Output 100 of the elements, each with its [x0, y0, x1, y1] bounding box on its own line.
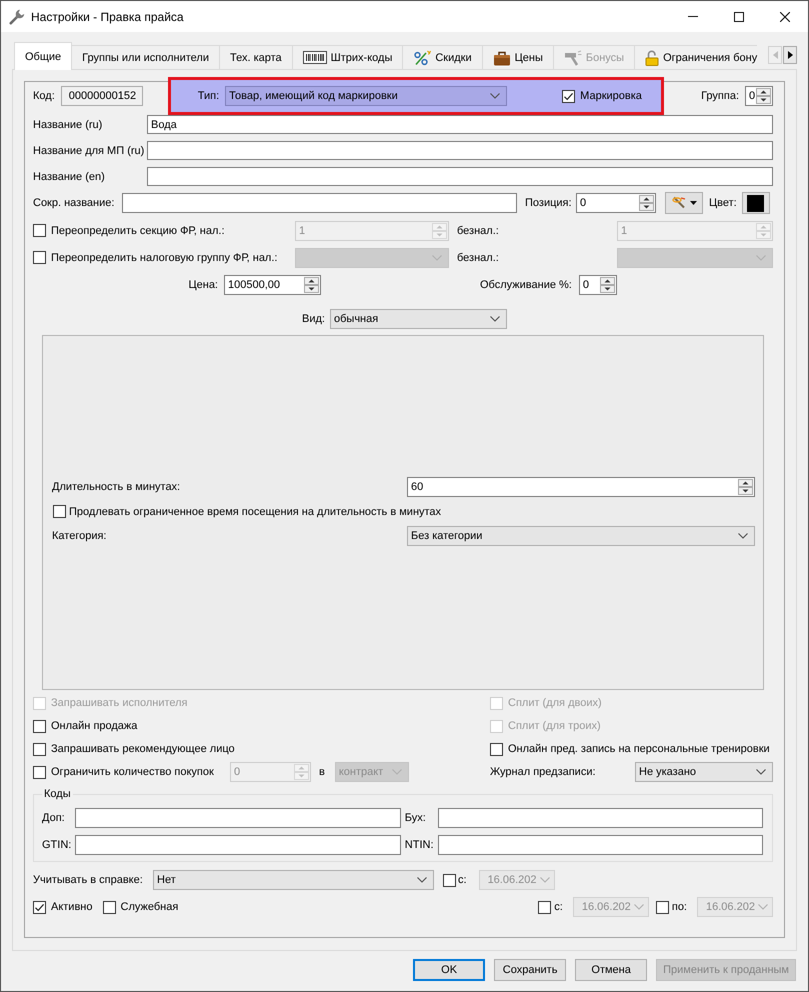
- period-label: по:: [672, 901, 687, 913]
- checkbox[interactable]: [33, 900, 46, 914]
- name-label: Название для МП (ru): [33, 144, 146, 156]
- checkbox[interactable]: [656, 900, 669, 914]
- booking-journal-dropdown[interactable]: Не указано: [635, 762, 773, 782]
- chevron-down-icon[interactable]: [417, 877, 427, 883]
- service-spinbox[interactable]: 0: [578, 274, 617, 294]
- percent-icon: [413, 50, 432, 66]
- option-label: Сплит (для троих): [508, 720, 601, 732]
- color-label: Цвет:: [709, 197, 737, 209]
- report-dropdown[interactable]: Нет: [153, 870, 434, 890]
- chevron-down-icon[interactable]: [490, 93, 500, 99]
- chevron-down-icon[interactable]: [756, 769, 766, 775]
- spin-arrows-icon[interactable]: [639, 195, 654, 211]
- price-label: Цена:: [187, 278, 218, 290]
- color-button[interactable]: [742, 192, 770, 214]
- input-field[interactable]: [122, 193, 517, 213]
- wand-icon: [672, 196, 688, 210]
- cashless-label: безнал.:: [457, 224, 499, 236]
- input-field[interactable]: [147, 167, 773, 186]
- barcode-icon: [302, 51, 327, 64]
- input-field[interactable]: [147, 141, 773, 160]
- dialog-button[interactable]: Отмена: [575, 959, 648, 981]
- input-field[interactable]: [75, 835, 401, 855]
- dialog-button[interactable]: Сохранить: [494, 959, 566, 981]
- active-label: Активно: [51, 901, 92, 913]
- spin-arrows-icon[interactable]: [738, 479, 753, 495]
- minimize-icon: [688, 16, 698, 17]
- input-field[interactable]: [438, 808, 763, 828]
- window-title: Настройки - Правка прайса: [31, 10, 184, 24]
- purchase-limit-label: Ограничить количество покупок: [51, 766, 214, 778]
- checkbox[interactable]: [53, 505, 66, 518]
- briefcase-icon: [492, 50, 511, 66]
- spin-arrows-icon[interactable]: [304, 276, 319, 292]
- wrench-icon: [9, 8, 25, 24]
- override-label: Переопределить налоговую группу ФР, нал.:: [51, 252, 278, 264]
- chevron-down-icon[interactable]: [738, 533, 748, 539]
- view-label: Вид:: [301, 313, 325, 325]
- duration-label: Длительность в минутах:: [52, 481, 182, 493]
- short-name-label: Сокр. название:: [33, 197, 116, 209]
- checkbox[interactable]: [33, 742, 46, 756]
- booking-journal-label: Журнал предзаписи:: [490, 766, 597, 778]
- checkbox[interactable]: [33, 224, 46, 237]
- code-type-label: Доп:: [42, 812, 66, 824]
- input-field[interactable]: [75, 808, 401, 828]
- option-label: Онлайн пред. запись на персональные тренировки: [508, 743, 770, 755]
- category-label: Категория:: [52, 530, 108, 542]
- duration-spinbox[interactable]: 60: [407, 477, 755, 497]
- style-picker-button[interactable]: [665, 192, 703, 214]
- price-spinbox[interactable]: 100500,00: [224, 274, 321, 294]
- tab[interactable]: Ограничения бону: [634, 45, 758, 69]
- maximize-icon: [734, 12, 744, 22]
- group-spinbox[interactable]: 0: [745, 86, 773, 106]
- checkbox[interactable]: [538, 900, 552, 914]
- checkbox[interactable]: [490, 742, 503, 756]
- type-label: Тип:: [198, 90, 220, 102]
- chevron-down-icon[interactable]: [490, 316, 500, 322]
- checkbox[interactable]: [562, 90, 576, 102]
- checkbox[interactable]: [33, 251, 46, 264]
- override-label: Переопределить секцию ФР, нал.:: [51, 224, 225, 236]
- dialog-button[interactable]: OK: [413, 959, 486, 981]
- option-label: Онлайн продажа: [51, 720, 138, 732]
- close-icon: [780, 12, 790, 22]
- checkbox[interactable]: [443, 874, 456, 886]
- position-spinbox[interactable]: 0: [576, 193, 656, 213]
- tab-scroll-right-button[interactable]: [783, 46, 797, 64]
- hammer-icon: [564, 50, 582, 66]
- name-label: Название (en): [33, 170, 106, 182]
- checkbox[interactable]: [33, 766, 46, 778]
- group-label: Группа:: [701, 90, 739, 102]
- caret-icon: [690, 201, 696, 205]
- code-type-label: Бух:: [404, 812, 427, 824]
- option-label: Запрашивать рекомендующее лицо: [51, 743, 235, 755]
- right-arrow-icon: [788, 51, 792, 59]
- input-field[interactable]: Вода: [147, 115, 773, 134]
- option-label: Запрашивать исполнителя: [51, 697, 188, 709]
- period-label: с:: [554, 901, 563, 913]
- option-label: Сплит (для двоих): [508, 697, 602, 709]
- code-type-label: NTIN:: [404, 839, 434, 851]
- marking-label: Маркировка: [580, 90, 642, 102]
- spin-arrows-icon[interactable]: [756, 88, 771, 104]
- extend-visit-label: Продлевать ограниченное время посещения на длительность в минутах: [69, 506, 442, 518]
- group-title: Коды: [43, 788, 72, 800]
- spin-arrows-icon[interactable]: [600, 276, 615, 292]
- category-dropdown[interactable]: Без категории: [407, 526, 755, 546]
- view-dropdown[interactable]: обычная: [330, 309, 507, 329]
- report-label: Учитывать в справке:: [33, 874, 144, 886]
- name-label: Название (ru): [33, 118, 104, 130]
- type-dropdown[interactable]: Товар, имеющий код маркировки: [225, 86, 508, 106]
- padlock-icon: [645, 50, 660, 66]
- tab[interactable]: Общие: [14, 42, 72, 70]
- checkbox[interactable]: [102, 900, 116, 914]
- since-label: с:: [458, 874, 467, 886]
- cashless-label: безнал.:: [457, 252, 499, 264]
- code-type-label: GTIN:: [42, 839, 72, 851]
- position-label: Позиция:: [525, 197, 573, 209]
- unit-prefix-label: в: [319, 766, 325, 778]
- input-field[interactable]: [438, 835, 763, 855]
- checkbox[interactable]: [33, 720, 46, 732]
- code-field[interactable]: 00000000152: [60, 86, 143, 106]
